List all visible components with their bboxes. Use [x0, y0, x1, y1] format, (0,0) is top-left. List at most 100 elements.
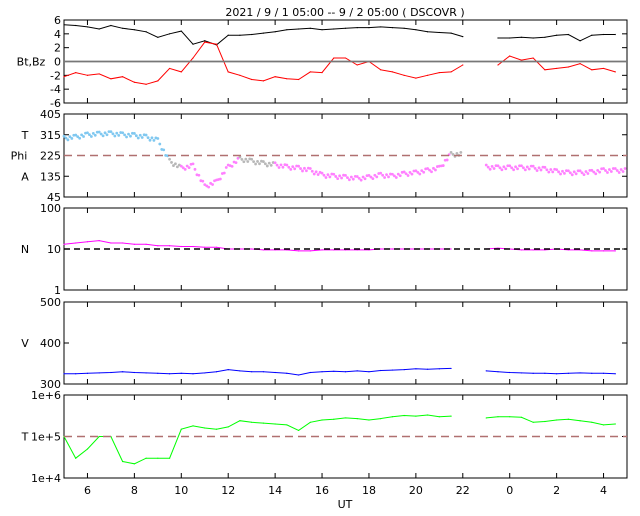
phi-data-point — [359, 178, 363, 182]
phi-data-point — [348, 178, 351, 182]
phi-data-point — [303, 166, 306, 170]
data-point-bz — [215, 43, 218, 45]
data-point-t — [180, 428, 182, 430]
y-tick-label: 100 — [40, 202, 61, 215]
data-point-v — [321, 371, 323, 373]
phi-data-point — [549, 168, 553, 171]
phi-data-point — [375, 175, 379, 179]
phi-data-point — [385, 173, 388, 177]
phi-data-point — [498, 166, 502, 170]
data-point-bz — [63, 76, 65, 78]
phi-data-point — [574, 172, 578, 176]
data-point-t — [544, 420, 546, 423]
phi-data-point — [328, 175, 332, 179]
data-point-t — [427, 414, 429, 416]
phi-data-point — [586, 172, 590, 175]
data-point-bt — [157, 36, 159, 38]
phi-data-point — [291, 165, 295, 169]
y-tick-label: 10 — [47, 243, 61, 256]
y-tick-label: -2 — [50, 69, 61, 82]
data-point-bz — [591, 69, 593, 71]
phi-data-point — [297, 164, 300, 168]
phi-data-point — [312, 172, 316, 176]
phi-data-point — [109, 130, 113, 133]
data-point-t — [602, 424, 605, 426]
phi-data-point — [174, 162, 177, 166]
data-point-n — [75, 242, 77, 244]
data-point-bz — [75, 71, 77, 74]
data-point-t — [239, 420, 241, 422]
data-point-bz — [286, 78, 288, 80]
data-point-v — [427, 368, 429, 370]
phi-data-point — [533, 166, 537, 170]
phi-data-point — [525, 165, 529, 169]
data-point-v — [344, 371, 347, 373]
phi-data-point — [234, 161, 238, 165]
data-point-bt — [497, 37, 499, 39]
data-point-bt — [344, 27, 347, 29]
data-point-v — [157, 372, 159, 374]
data-point-bt — [579, 40, 581, 42]
phi-data-point — [537, 166, 541, 170]
y-tick-label: 6 — [54, 14, 61, 27]
data-point-n — [380, 248, 382, 250]
phi-data-point — [547, 170, 551, 174]
data-point-v — [262, 371, 264, 373]
data-point-v — [286, 372, 288, 374]
data-point-v — [391, 369, 394, 371]
x-tick-label: 18 — [362, 484, 376, 497]
phi-data-point — [263, 162, 267, 166]
y-tick-label: 1e+6 — [31, 389, 61, 402]
panel-phi: 40531522513545TPhiA — [11, 108, 628, 204]
data-point-bz — [450, 71, 452, 73]
data-point-n — [86, 241, 89, 243]
data-point-bz — [86, 74, 89, 76]
y-tick-label: 135 — [40, 170, 61, 183]
phi-data-point — [136, 136, 140, 140]
data-point-bz — [192, 57, 194, 59]
phi-data-point — [459, 150, 463, 154]
phi-data-point — [398, 174, 402, 178]
data-point-v — [415, 368, 417, 370]
data-point-v — [438, 368, 440, 370]
data-point-bz — [168, 67, 171, 70]
data-point-bz — [145, 83, 147, 85]
data-point-v — [133, 371, 135, 374]
phi-data-point — [336, 177, 340, 181]
phi-data-point — [273, 161, 277, 165]
data-point-t — [133, 463, 135, 465]
phi-data-point — [563, 172, 566, 175]
data-point-bt — [75, 24, 77, 27]
phi-data-point — [621, 170, 625, 173]
data-point-t — [391, 416, 394, 418]
series-line-bz — [63, 41, 616, 85]
phi-data-point — [510, 166, 514, 170]
data-point-bt — [415, 29, 417, 31]
phi-data-point — [121, 131, 125, 135]
phi-data-point — [504, 167, 508, 171]
phi-data-point — [275, 163, 279, 167]
phi-data-point — [557, 170, 560, 174]
data-point-n — [391, 248, 394, 250]
y-axis-label: T — [21, 129, 29, 142]
phi-data-point — [183, 168, 187, 171]
data-point-bz — [333, 57, 335, 59]
data-point-bz — [98, 73, 100, 75]
data-point-v — [403, 369, 405, 371]
phi-data-point — [514, 165, 517, 169]
phi-data-point — [115, 131, 119, 135]
phi-data-point — [492, 167, 496, 170]
phi-data-point — [406, 174, 410, 177]
phi-data-point — [218, 177, 222, 181]
phi-data-point — [168, 157, 171, 161]
phi-data-point — [363, 177, 367, 181]
phi-data-point — [559, 172, 562, 176]
data-point-bt — [532, 37, 534, 39]
x-tick-label: 14 — [268, 484, 282, 497]
phi-data-point — [383, 176, 386, 179]
phi-data-point — [344, 174, 347, 177]
data-point-t — [262, 422, 264, 424]
phi-data-point — [445, 158, 449, 162]
data-point-v — [567, 372, 569, 374]
data-point-bz — [251, 78, 253, 81]
